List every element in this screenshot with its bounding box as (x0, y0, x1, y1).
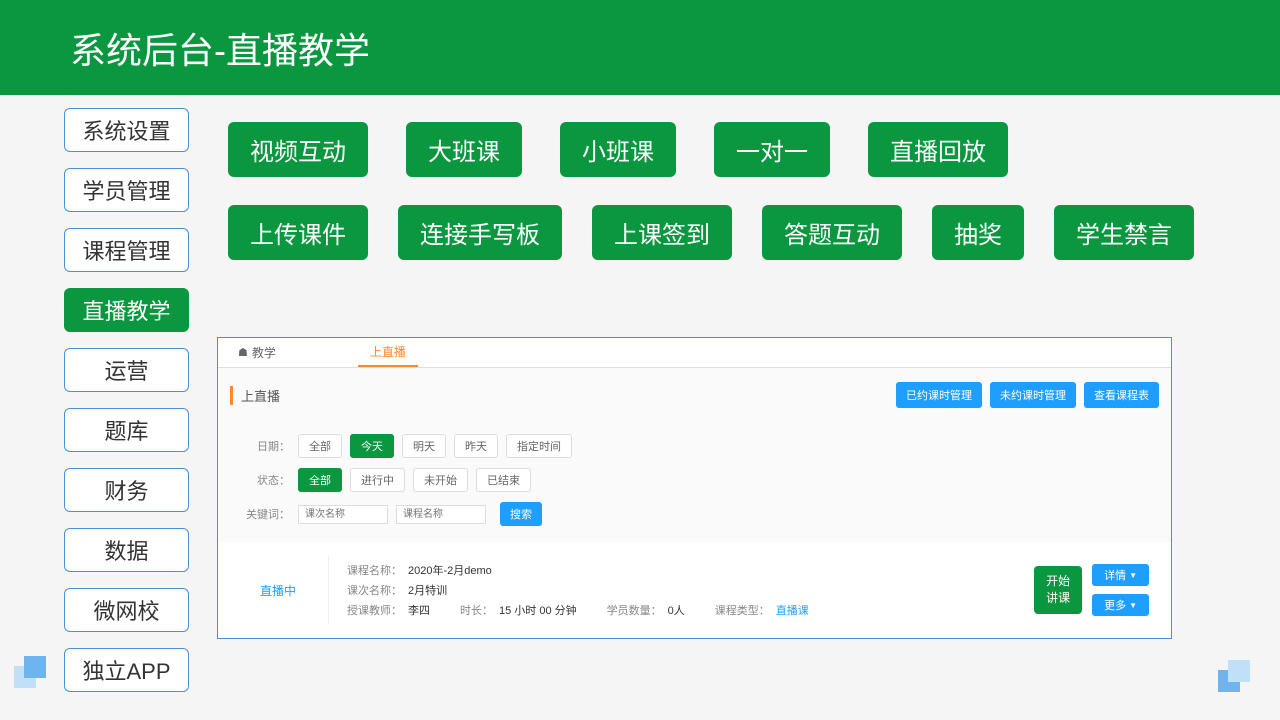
date-yesterday[interactable]: 昨天 (454, 434, 498, 458)
panel-subheader: 上直播 已约课时管理 未约课时管理 查看课程表 (218, 368, 1171, 414)
session-keyword-input[interactable] (298, 505, 388, 524)
teacher-value: 李四 (408, 605, 430, 617)
teaching-panel: ☗ 教学 上直播 上直播 已约课时管理 未约课时管理 查看课程表 日期： 全部 … (217, 337, 1172, 639)
sidebar-item-courses[interactable]: 课程管理 (64, 228, 189, 272)
keyword-label: 关键词： (242, 506, 290, 522)
feature-one-on-one[interactable]: 一对一 (714, 122, 830, 177)
panel-tabs: ☗ 教学 上直播 (218, 338, 1171, 368)
sidebar-item-live-teaching[interactable]: 直播教学 (64, 288, 189, 332)
status-all[interactable]: 全部 (298, 468, 342, 492)
decoration-bottom-left (14, 656, 54, 696)
feature-tablet[interactable]: 连接手写板 (398, 205, 562, 260)
page-header: 系统后台-直播教学 (0, 0, 1280, 95)
tab-live-label: 上直播 (370, 343, 406, 360)
status-filter-line: 状态： 全部 进行中 未开始 已结束 (242, 468, 1147, 492)
view-schedule-button[interactable]: 查看课程表 (1084, 382, 1159, 408)
sidebar-item-app[interactable]: 独立APP (64, 648, 189, 692)
date-all[interactable]: 全部 (298, 434, 342, 458)
course-keyword-input[interactable] (396, 505, 486, 524)
row-status: 直播中 (228, 582, 328, 599)
booked-manage-button[interactable]: 已约课时管理 (896, 382, 982, 408)
status-label: 状态： (242, 472, 290, 488)
course-name-label: 课程名称： (347, 565, 402, 577)
row-actions: 开始 讲课 详情▼ 更多▼ (1034, 564, 1161, 616)
feature-signin[interactable]: 上课签到 (592, 205, 732, 260)
duration-value: 15 小时 00 分钟 (499, 605, 577, 617)
feature-large-class[interactable]: 大班课 (406, 122, 522, 177)
feature-upload-courseware[interactable]: 上传课件 (228, 205, 368, 260)
teaching-icon: ☗ (238, 346, 248, 359)
date-custom[interactable]: 指定时间 (506, 434, 572, 458)
date-label: 日期： (242, 438, 290, 454)
tab-teaching-label: 教学 (252, 344, 276, 361)
panel-action-group: 已约课时管理 未约课时管理 查看课程表 (896, 382, 1159, 408)
keyword-filter-line: 关键词： 搜索 (242, 502, 1147, 526)
row-details: 课程名称： 2020年-2月demo 课次名称： 2月特训 授课教师： 李四 时长： 1… (328, 556, 1034, 624)
sidebar-item-data[interactable]: 数据 (64, 528, 189, 572)
unbooked-manage-button[interactable]: 未约课时管理 (990, 382, 1076, 408)
feature-replay[interactable]: 直播回放 (868, 122, 1008, 177)
tab-live[interactable]: 上直播 (358, 338, 418, 367)
sidebar-item-system[interactable]: 系统设置 (64, 108, 189, 152)
feature-row-2: 上传课件 连接手写板 上课签到 答题互动 抽奖 学生禁言 (228, 205, 1194, 260)
teacher-label: 授课教师： (347, 605, 402, 617)
status-ended[interactable]: 已结束 (476, 468, 531, 492)
status-ongoing[interactable]: 进行中 (350, 468, 405, 492)
details-button[interactable]: 详情▼ (1092, 564, 1149, 586)
filters: 日期： 全部 今天 明天 昨天 指定时间 状态： 全部 进行中 未开始 已结束 … (218, 414, 1171, 542)
session-value: 2月特训 (408, 585, 447, 597)
feature-small-class[interactable]: 小班课 (560, 122, 676, 177)
session-label: 课次名称： (347, 585, 402, 597)
search-button[interactable]: 搜索 (500, 502, 542, 526)
type-value: 直播课 (776, 605, 809, 617)
feature-mute[interactable]: 学生禁言 (1054, 205, 1194, 260)
feature-row-1: 视频互动 大班课 小班课 一对一 直播回放 (228, 122, 1008, 177)
sidebar-item-question-bank[interactable]: 题库 (64, 408, 189, 452)
duration-label: 时长： (460, 605, 493, 617)
sidebar-item-operations[interactable]: 运营 (64, 348, 189, 392)
feature-video-interact[interactable]: 视频互动 (228, 122, 368, 177)
students-value: 0人 (668, 605, 685, 617)
chevron-down-icon: ▼ (1129, 601, 1137, 610)
feature-lottery[interactable]: 抽奖 (932, 205, 1024, 260)
page-title: 系统后台-直播教学 (70, 22, 370, 74)
start-class-button[interactable]: 开始 讲课 (1034, 566, 1082, 614)
date-filter-line: 日期： 全部 今天 明天 昨天 指定时间 (242, 434, 1147, 458)
course-name-value: 2020年-2月demo (408, 565, 492, 577)
more-button[interactable]: 更多▼ (1092, 594, 1149, 616)
course-row: 直播中 课程名称： 2020年-2月demo 课次名称： 2月特训 授课教师： 李四 … (218, 542, 1171, 638)
sidebar-item-microsite[interactable]: 微网校 (64, 588, 189, 632)
sidebar-item-students[interactable]: 学员管理 (64, 168, 189, 212)
chevron-down-icon: ▼ (1129, 571, 1137, 580)
type-label: 课程类型： (715, 605, 770, 617)
status-notstart[interactable]: 未开始 (413, 468, 468, 492)
sidebar: 系统设置 学员管理 课程管理 直播教学 运营 题库 财务 数据 微网校 独立AP… (64, 108, 189, 708)
feature-quiz[interactable]: 答题互动 (762, 205, 902, 260)
students-label: 学员数量： (607, 605, 662, 617)
panel-subtitle: 上直播 (230, 386, 280, 405)
decoration-bottom-right (1218, 660, 1258, 700)
sidebar-item-finance[interactable]: 财务 (64, 468, 189, 512)
date-today[interactable]: 今天 (350, 434, 394, 458)
tab-teaching[interactable]: ☗ 教学 (226, 338, 288, 367)
date-tomorrow[interactable]: 明天 (402, 434, 446, 458)
